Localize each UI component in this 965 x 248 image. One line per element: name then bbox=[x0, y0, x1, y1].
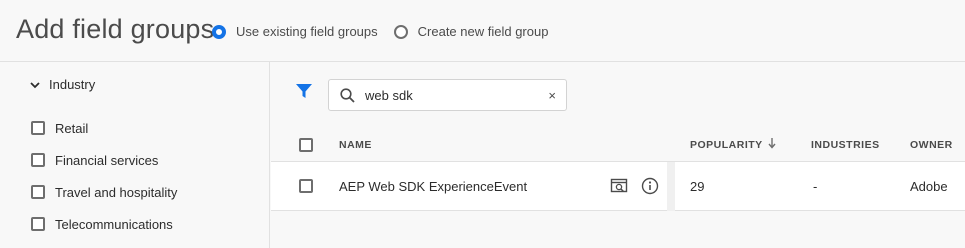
industries-value: - bbox=[813, 179, 818, 194]
checkbox-travel-hospitality[interactable]: Travel and hospitality bbox=[31, 176, 177, 208]
radio-use-existing[interactable]: Use existing field groups bbox=[212, 24, 378, 39]
chevron-down-icon bbox=[30, 81, 40, 88]
checkbox[interactable] bbox=[31, 185, 45, 199]
column-header-owner[interactable]: OWNER bbox=[910, 139, 953, 151]
table-row[interactable]: AEP Web SDK ExperienceEvent 29 - Adobe bbox=[271, 162, 965, 211]
search-input[interactable]: web sdk × bbox=[328, 79, 567, 111]
close-icon[interactable]: × bbox=[548, 88, 556, 103]
column-header-industries[interactable]: INDUSTRIES bbox=[811, 139, 880, 151]
column-divider bbox=[667, 162, 675, 211]
radio-label: Use existing field groups bbox=[236, 24, 378, 39]
checkbox-label: Travel and hospitality bbox=[55, 184, 178, 200]
checkbox[interactable] bbox=[31, 217, 45, 231]
page-header: Add field groups Use existing field grou… bbox=[0, 0, 965, 62]
select-all-checkbox[interactable] bbox=[299, 138, 313, 152]
search-value[interactable]: web sdk bbox=[365, 88, 413, 103]
info-icon[interactable] bbox=[641, 177, 659, 195]
checkbox-label: Telecommunications bbox=[55, 216, 173, 232]
filter-icon[interactable] bbox=[295, 82, 313, 100]
radio-label: Create new field group bbox=[417, 24, 549, 39]
popularity-value: 29 bbox=[690, 179, 705, 194]
checkbox[interactable] bbox=[31, 153, 45, 167]
industry-checklist: Retail Financial services Travel and hos… bbox=[31, 112, 177, 240]
filter-sidebar: Industry Retail Financial services Trave… bbox=[0, 62, 270, 248]
table-header: NAME POPULARITY INDUSTRIES OWNER bbox=[271, 130, 965, 162]
radio-unchecked-icon[interactable] bbox=[393, 24, 408, 39]
radio-create-new[interactable]: Create new field group bbox=[393, 24, 549, 39]
results-panel: web sdk × NAME POPULARITY INDUSTRIES OWN… bbox=[271, 62, 965, 248]
field-group-name: AEP Web SDK ExperienceEvent bbox=[339, 179, 528, 194]
radio-checked-icon[interactable] bbox=[212, 24, 226, 39]
checkbox[interactable] bbox=[31, 121, 45, 135]
checkbox-financial-services[interactable]: Financial services bbox=[31, 144, 177, 176]
row-checkbox[interactable] bbox=[299, 179, 313, 193]
arrow-down-icon[interactable] bbox=[767, 137, 777, 149]
column-header-name[interactable]: NAME bbox=[339, 139, 372, 151]
checkbox-telecommunications[interactable]: Telecommunications bbox=[31, 208, 177, 240]
checkbox-label: Retail bbox=[55, 120, 89, 136]
facet-title: Industry bbox=[49, 77, 96, 92]
page-title: Add field groups bbox=[16, 14, 215, 44]
column-header-popularity[interactable]: POPULARITY bbox=[690, 139, 763, 151]
checkbox-label: Financial services bbox=[55, 152, 159, 168]
owner-value: Adobe bbox=[910, 179, 948, 194]
industry-facet-toggle[interactable]: Industry bbox=[30, 77, 95, 92]
checkbox-retail[interactable]: Retail bbox=[31, 112, 177, 144]
search-icon bbox=[340, 88, 355, 103]
field-group-mode-radio-group: Use existing field groups Create new fie… bbox=[212, 24, 564, 39]
preview-icon[interactable] bbox=[610, 177, 628, 195]
